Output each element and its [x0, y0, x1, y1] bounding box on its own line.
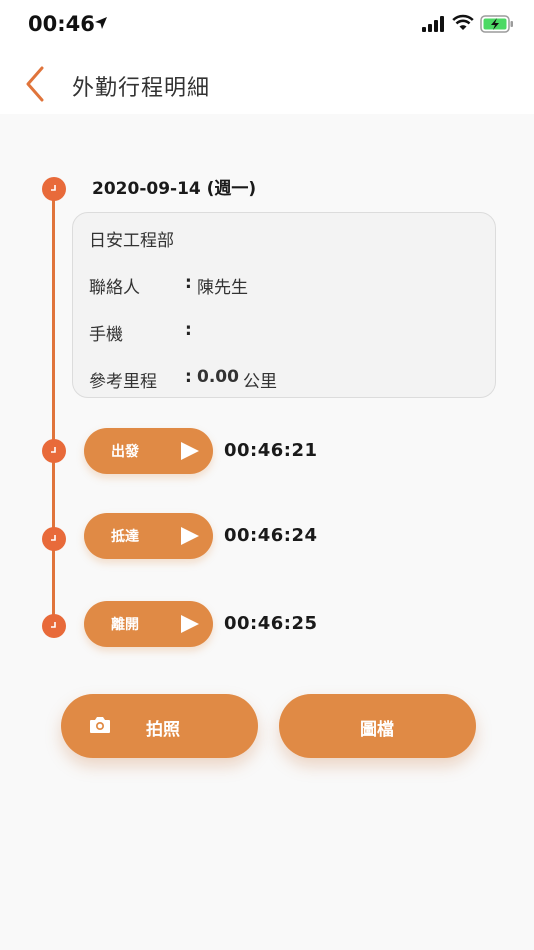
leave-button[interactable]: 離開	[84, 601, 213, 647]
camera-icon	[90, 717, 110, 733]
leave-label: 離開	[111, 617, 139, 633]
phone-colon: :	[185, 320, 192, 340]
phone-label: 手機	[89, 325, 123, 345]
contact-value: 陳先生	[197, 278, 248, 298]
play-icon	[181, 615, 199, 633]
nav-bar: 外勤行程明細	[0, 50, 534, 114]
files-button[interactable]: 圖檔	[279, 694, 476, 758]
play-icon	[181, 442, 199, 460]
arrive-label: 抵達	[111, 529, 139, 545]
depart-time: 00:46:21	[224, 440, 318, 461]
play-icon	[181, 527, 199, 545]
files-label: 圖檔	[360, 720, 394, 740]
contact-label: 聯絡人	[89, 278, 140, 298]
timeline-line	[52, 190, 55, 630]
arrive-time: 00:46:24	[224, 525, 318, 546]
company-name: 日安工程部	[89, 231, 174, 251]
photo-button[interactable]: 拍照	[61, 694, 258, 758]
info-card: 日安工程部 聯絡人 : 陳先生 手機 : 參考里程 : 0.00 公里	[72, 212, 496, 398]
clock-icon	[42, 177, 66, 201]
signal-icon	[422, 16, 444, 32]
clock-icon	[42, 527, 66, 551]
clock-icon	[42, 614, 66, 638]
depart-label: 出發	[111, 444, 139, 460]
mileage-label: 參考里程	[89, 372, 157, 392]
wifi-icon	[452, 14, 474, 30]
status-time: 00:46	[28, 12, 95, 36]
leave-time: 00:46:25	[224, 613, 318, 634]
page-title: 外勤行程明細	[72, 76, 211, 101]
battery-icon	[480, 15, 513, 33]
back-chevron-icon[interactable]	[20, 66, 52, 102]
trip-date: 2020-09-14 (週一)	[92, 179, 257, 199]
clock-icon	[42, 439, 66, 463]
mileage-unit: 公里	[243, 372, 277, 392]
depart-button[interactable]: 出發	[84, 428, 213, 474]
status-bar: 00:46	[0, 0, 534, 50]
arrive-button[interactable]: 抵達	[84, 513, 213, 559]
mileage-value: 0.00	[197, 367, 239, 387]
contact-colon: :	[185, 273, 192, 293]
location-arrow-icon	[95, 17, 107, 29]
photo-label: 拍照	[146, 720, 180, 740]
mileage-colon: :	[185, 367, 192, 387]
